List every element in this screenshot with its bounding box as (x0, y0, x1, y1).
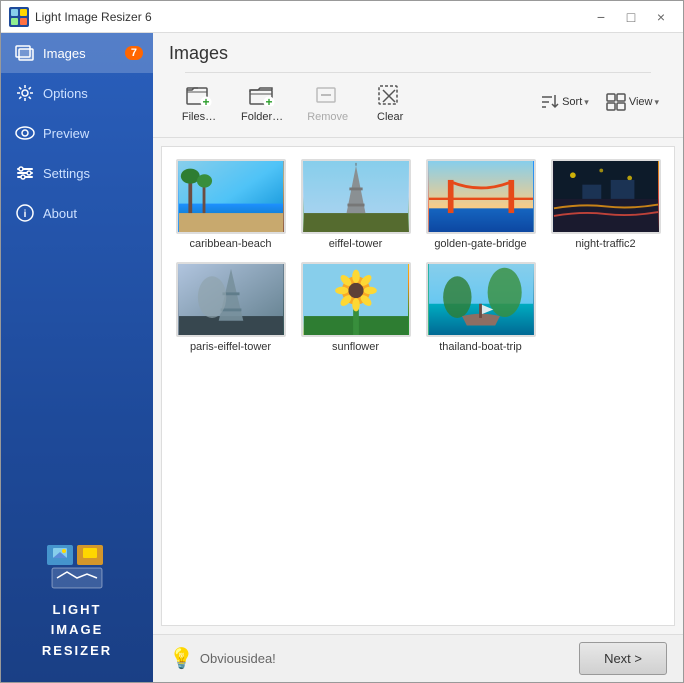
image-thumb-night-traffic2 (551, 159, 661, 234)
images-badge: 7 (125, 46, 143, 60)
settings-icon (15, 163, 35, 183)
next-button[interactable]: Next > (579, 642, 667, 675)
image-name-eiffel-tower: eiffel-tower (329, 238, 383, 250)
image-item-thailand-boat-trip[interactable]: thailand-boat-trip (424, 262, 537, 353)
image-name-night-traffic2: night-traffic2 (575, 238, 635, 250)
options-icon (15, 83, 35, 103)
image-grid-container[interactable]: caribbean-beach (161, 146, 675, 626)
image-item-night-traffic2[interactable]: night-traffic2 (549, 159, 662, 250)
image-thumb-eiffel-tower (301, 159, 411, 234)
clear-button[interactable]: Clear (360, 77, 420, 127)
files-button[interactable]: + Files… (169, 77, 229, 127)
folder-icon: + (249, 81, 275, 109)
footer-brand: 💡 Obviousidea! (169, 646, 276, 671)
image-thumb-paris-eiffel-tower (176, 262, 286, 337)
view-label: View (629, 96, 653, 108)
image-item-golden-gate[interactable]: golden-gate-bridge (424, 159, 537, 250)
sidebar: Images 7 Options Preview (1, 33, 153, 682)
files-icon: + (186, 81, 212, 109)
svg-text:i: i (24, 209, 27, 220)
image-name-caribbean-beach: caribbean-beach (190, 238, 272, 250)
minimize-button[interactable]: − (587, 7, 615, 27)
footer: 💡 Obviousidea! Next > (153, 634, 683, 682)
sidebar-item-about[interactable]: i About (1, 193, 153, 233)
image-thumb-caribbean-beach (176, 159, 286, 234)
app-logo (9, 7, 29, 27)
sidebar-item-images-label: Images (43, 46, 86, 61)
brand-name: Obviousidea! (200, 651, 276, 666)
sidebar-item-options[interactable]: Options (1, 73, 153, 113)
titlebar: Light Image Resizer 6 − □ × (1, 1, 683, 33)
folder-label: Folder… (241, 111, 283, 123)
clear-label: Clear (377, 111, 403, 123)
bulb-icon: 💡 (169, 646, 194, 671)
image-thumb-sunflower (301, 262, 411, 337)
image-item-sunflower[interactable]: sunflower (299, 262, 412, 353)
sidebar-item-preview[interactable]: Preview (1, 113, 153, 153)
app-logo-icon (47, 540, 107, 590)
clear-icon (377, 81, 403, 109)
files-label: Files… (182, 111, 216, 123)
window-title: Light Image Resizer 6 (35, 10, 587, 24)
view-button[interactable]: View ▾ (597, 87, 667, 117)
maximize-button[interactable]: □ (617, 7, 645, 27)
image-thumb-golden-gate (426, 159, 536, 234)
svg-text:+: + (202, 95, 209, 106)
sidebar-item-about-label: About (43, 206, 77, 221)
sort-icon (538, 91, 560, 113)
sort-arrow-icon: ▾ (584, 97, 589, 108)
image-grid: caribbean-beach (174, 159, 662, 353)
image-name-paris-eiffel-tower: paris-eiffel-tower (190, 341, 271, 353)
toolbar: + Files… + Fold (169, 73, 667, 131)
content-area: Images + Files… (153, 33, 683, 682)
image-item-caribbean-beach[interactable]: caribbean-beach (174, 159, 287, 250)
folder-button[interactable]: + Folder… (229, 77, 295, 127)
remove-icon (315, 81, 341, 109)
sidebar-item-settings-label: Settings (43, 166, 90, 181)
image-item-paris-eiffel-tower[interactable]: paris-eiffel-tower (174, 262, 287, 353)
image-thumb-thailand-boat-trip (426, 262, 536, 337)
preview-icon (15, 123, 35, 143)
remove-button[interactable]: Remove (295, 77, 360, 127)
about-icon: i (15, 203, 35, 223)
sidebar-item-options-label: Options (43, 86, 88, 101)
footer-next: Next > (579, 642, 667, 675)
sidebar-item-settings[interactable]: Settings (1, 153, 153, 193)
close-button[interactable]: × (647, 7, 675, 27)
sort-button[interactable]: Sort ▾ (530, 87, 597, 117)
sidebar-item-preview-label: Preview (43, 126, 89, 141)
main-layout: Images 7 Options Preview (1, 33, 683, 682)
svg-text:+: + (266, 95, 273, 106)
window-controls: − □ × (587, 7, 675, 27)
image-name-thailand-boat-trip: thailand-boat-trip (439, 341, 522, 353)
page-title: Images (169, 43, 667, 64)
sort-label: Sort (562, 96, 582, 108)
content-header: Images + Files… (153, 33, 683, 138)
image-item-eiffel-tower[interactable]: eiffel-tower (299, 159, 412, 250)
toolbar-right: Sort ▾ View ▾ (530, 87, 667, 117)
image-name-sunflower: sunflower (332, 341, 379, 353)
images-icon (15, 43, 35, 63)
remove-label: Remove (307, 111, 348, 123)
sidebar-item-images[interactable]: Images 7 (1, 33, 153, 73)
logo-text: LIGHT IMAGE RESIZER (21, 600, 133, 662)
image-name-golden-gate: golden-gate-bridge (434, 238, 526, 250)
view-arrow-icon: ▾ (654, 97, 659, 108)
sidebar-logo-area: LIGHT IMAGE RESIZER (1, 520, 153, 682)
view-icon (605, 91, 627, 113)
